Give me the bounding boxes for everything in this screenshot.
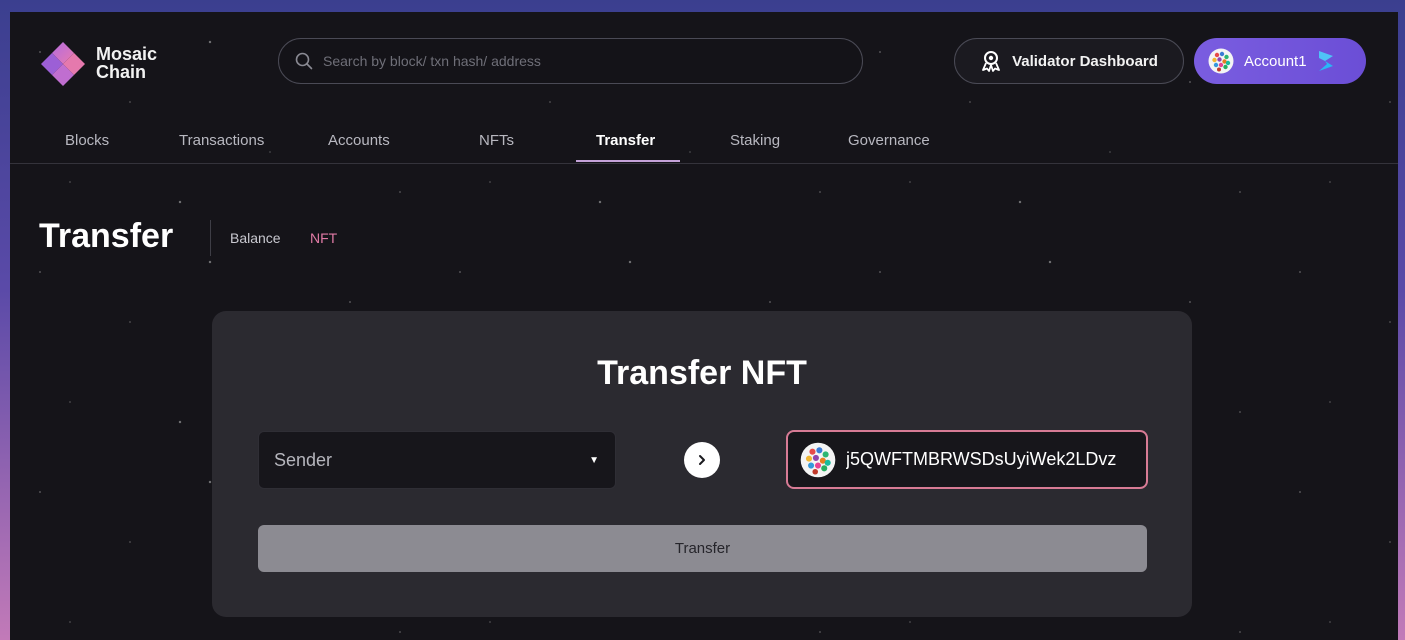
top-header: Mosaic Chain Validator Dashboard (10, 12, 1398, 110)
chevron-right-icon (699, 455, 705, 465)
search-bar[interactable] (278, 38, 863, 84)
nav-tab-staking[interactable]: Staking (730, 132, 780, 149)
nav-tab-accounts[interactable]: Accounts (328, 132, 390, 149)
validator-icon (982, 51, 1000, 72)
chevron-down-icon: ▼ (589, 454, 599, 466)
direction-arrow-button[interactable] (684, 442, 720, 478)
validator-dashboard-label: Validator Dashboard (1012, 52, 1158, 70)
recipient-avatar-icon (800, 442, 836, 477)
account-label: Account1 (1244, 52, 1307, 70)
transfer-card: Transfer NFT Sender ▼ j5QWFTMBRWSDsUyiWe… (212, 311, 1192, 617)
brand-name-line2: Chain (96, 62, 147, 82)
sender-placeholder: Sender (274, 449, 333, 470)
network-logo-icon (1318, 51, 1333, 71)
transfer-button[interactable]: Transfer (258, 525, 1147, 572)
nav-tab-blocks[interactable]: Blocks (65, 132, 109, 149)
nav-tab-transactions[interactable]: Transactions (179, 132, 264, 149)
subtab-nft[interactable]: NFT (310, 230, 337, 246)
page-title: Transfer (39, 217, 174, 255)
account-button[interactable]: Account1 (1194, 38, 1366, 84)
nav-tab-nfts[interactable]: NFTs (479, 132, 514, 149)
nav-tab-governance[interactable]: Governance (848, 132, 930, 149)
active-tab-indicator (576, 160, 680, 162)
title-divider (210, 220, 211, 256)
search-input[interactable] (323, 53, 862, 69)
subtab-balance[interactable]: Balance (230, 230, 281, 246)
brand-name-line1: Mosaic (96, 44, 158, 64)
app-window: Mosaic Chain Validator Dashboard (10, 12, 1398, 640)
mosaic-logo-icon (41, 42, 85, 86)
sender-dropdown[interactable]: Sender ▼ (258, 431, 616, 489)
recipient-address-input[interactable] (846, 449, 1146, 470)
recipient-field[interactable] (786, 430, 1148, 489)
validator-dashboard-button[interactable]: Validator Dashboard (954, 38, 1184, 84)
nav-tab-transfer[interactable]: Transfer (596, 132, 655, 149)
brand-name: Mosaic Chain (96, 45, 157, 81)
main-nav: Blocks Transactions Accounts NFTs Transf… (10, 122, 1398, 164)
avatar-icon (1208, 48, 1234, 74)
search-icon (295, 52, 313, 70)
transfer-card-title: Transfer NFT (597, 354, 807, 392)
brand-logo[interactable]: Mosaic Chain (40, 40, 157, 86)
